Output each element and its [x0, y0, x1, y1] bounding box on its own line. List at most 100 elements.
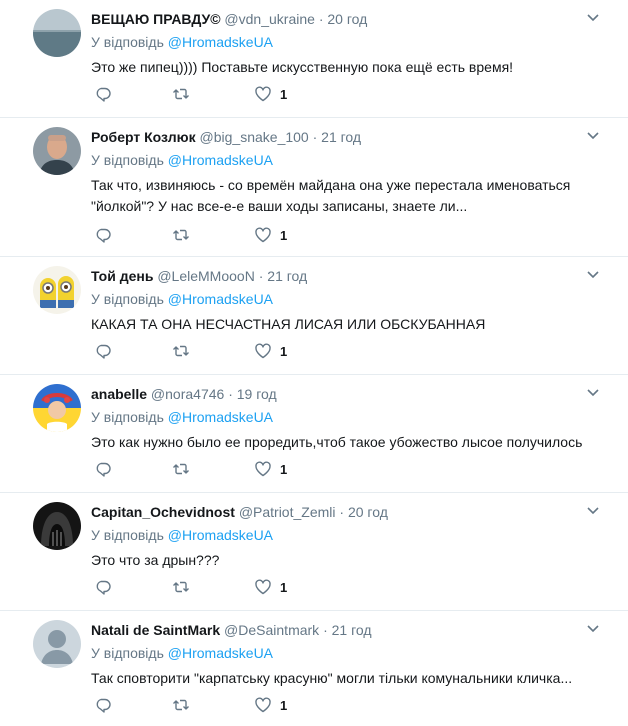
- reply-icon: [96, 698, 111, 713]
- heart-icon: [255, 343, 271, 359]
- reply-mention-link[interactable]: @HromadskeUA: [168, 409, 273, 425]
- tweet-actions: 1: [91, 459, 391, 479]
- reply-prefix: У відповідь: [91, 527, 164, 543]
- tweet-actions: 1: [91, 695, 391, 715]
- reply-icon: [96, 580, 111, 595]
- timestamp[interactable]: 21 год: [332, 622, 372, 638]
- author-name[interactable]: Capitan_Ochevidnost: [91, 504, 235, 520]
- reply-mention-link[interactable]: @HromadskeUA: [168, 527, 273, 543]
- author-handle[interactable]: @LeleMMoooN: [157, 268, 254, 284]
- chevron-down-icon[interactable]: [586, 10, 600, 24]
- like-count: 1: [280, 343, 288, 359]
- author-name[interactable]: Роберт Козлюк: [91, 129, 196, 145]
- retweet-icon: [173, 345, 189, 357]
- chevron-down-icon[interactable]: [586, 385, 600, 399]
- chevron-down-icon[interactable]: [586, 503, 600, 517]
- heart-icon: [255, 461, 271, 477]
- separator: ·: [339, 504, 345, 520]
- tweet-text: Так что, извиняюсь - со времён майдана о…: [91, 177, 571, 214]
- author-handle[interactable]: @Patriot_Zemli: [239, 504, 336, 520]
- like-button[interactable]: 1: [254, 695, 287, 715]
- retweet-icon: [173, 581, 189, 593]
- retweet-button[interactable]: [172, 84, 190, 104]
- reply-context: У відповідь @HromadskeUA: [91, 34, 273, 50]
- tweet-header: ВЕЩАЮ ПРАВДУ© @vdn_ukraine · 20 год: [91, 10, 367, 28]
- timestamp[interactable]: 19 год: [237, 386, 277, 402]
- reply-mention-link[interactable]: @HromadskeUA: [168, 34, 273, 50]
- tweet-actions: 1: [91, 225, 391, 245]
- retweet-button[interactable]: [172, 341, 190, 361]
- like-button[interactable]: 1: [254, 459, 287, 479]
- retweet-icon: [173, 463, 189, 475]
- author-handle[interactable]: @big_snake_100: [200, 129, 309, 145]
- retweet-button[interactable]: [172, 225, 190, 245]
- like-count: 1: [280, 579, 288, 595]
- avatar[interactable]: [33, 266, 81, 314]
- tweet: Capitan_Ochevidnost @Patriot_Zemli · 20 …: [0, 493, 628, 611]
- reply-button[interactable]: [94, 577, 112, 597]
- like-button[interactable]: 1: [254, 225, 287, 245]
- separator: ·: [312, 129, 318, 145]
- reply-icon: [96, 344, 111, 359]
- timestamp[interactable]: 21 год: [267, 268, 307, 284]
- tweet-text: Так сповторити "карпатську красуню" могл…: [91, 670, 573, 686]
- retweet-icon: [173, 229, 189, 241]
- author-name[interactable]: anabelle: [91, 386, 147, 402]
- retweet-icon: [173, 88, 189, 100]
- author-name[interactable]: Natali de SaintMark: [91, 622, 220, 638]
- avatar[interactable]: [33, 620, 81, 668]
- author-name[interactable]: ВЕЩАЮ ПРАВДУ©: [91, 11, 221, 27]
- reply-context: У відповідь @HromadskeUA: [91, 527, 273, 543]
- retweet-button[interactable]: [172, 577, 190, 597]
- reply-mention-link[interactable]: @HromadskeUA: [168, 645, 273, 661]
- reply-button[interactable]: [94, 341, 112, 361]
- reply-button[interactable]: [94, 695, 112, 715]
- reply-button[interactable]: [94, 459, 112, 479]
- tweet-header: anabelle @nora4746 · 19 год: [91, 385, 277, 403]
- reply-button[interactable]: [94, 225, 112, 245]
- reply-prefix: У відповідь: [91, 645, 164, 661]
- chevron-down-icon[interactable]: [586, 621, 600, 635]
- reply-thread: ВЕЩАЮ ПРАВДУ© @vdn_ukraine · 20 год У ві…: [0, 0, 628, 726]
- tweet-header: Той день @LeleMMoooN · 21 год: [91, 267, 307, 285]
- timestamp[interactable]: 20 год: [327, 11, 367, 27]
- avatar[interactable]: [33, 502, 81, 550]
- retweet-icon: [173, 699, 189, 711]
- avatar[interactable]: [33, 9, 81, 57]
- tweet: Роберт Козлюк @big_snake_100 · 21 год У …: [0, 118, 628, 257]
- author-name[interactable]: Той день: [91, 268, 153, 284]
- author-handle[interactable]: @nora4746: [151, 386, 224, 402]
- chevron-down-icon[interactable]: [586, 267, 600, 281]
- like-count: 1: [280, 461, 288, 477]
- like-count: 1: [280, 697, 288, 713]
- like-button[interactable]: 1: [254, 577, 287, 597]
- reply-icon: [96, 462, 111, 477]
- timestamp[interactable]: 21 год: [321, 129, 361, 145]
- timestamp[interactable]: 20 год: [348, 504, 388, 520]
- reply-mention-link[interactable]: @HromadskeUA: [168, 291, 273, 307]
- tweet-header: Роберт Козлюк @big_snake_100 · 21 год: [91, 128, 361, 146]
- retweet-button[interactable]: [172, 459, 190, 479]
- tweet: anabelle @nora4746 · 19 год У відповідь …: [0, 375, 628, 493]
- reply-button[interactable]: [94, 84, 112, 104]
- avatar[interactable]: [33, 127, 81, 175]
- tweet-actions: 1: [91, 577, 391, 597]
- author-handle[interactable]: @DeSaintmark: [224, 622, 319, 638]
- reply-prefix: У відповідь: [91, 291, 164, 307]
- retweet-button[interactable]: [172, 695, 190, 715]
- reply-prefix: У відповідь: [91, 152, 164, 168]
- author-handle[interactable]: @vdn_ukraine: [224, 11, 315, 27]
- like-button[interactable]: 1: [254, 84, 287, 104]
- reply-icon: [96, 87, 111, 102]
- reply-mention-link[interactable]: @HromadskeUA: [168, 152, 273, 168]
- reply-icon: [96, 228, 111, 243]
- chevron-down-icon[interactable]: [586, 128, 600, 142]
- reply-context: У відповідь @HromadskeUA: [91, 152, 273, 168]
- tweet: Той день @LeleMMoooN · 21 год У відповід…: [0, 257, 628, 375]
- avatar[interactable]: [33, 384, 81, 432]
- tweet-actions: 1: [91, 84, 391, 104]
- tweet-header: Natali de SaintMark @DeSaintmark · 21 го…: [91, 621, 372, 639]
- like-button[interactable]: 1: [254, 341, 287, 361]
- separator: ·: [258, 268, 264, 284]
- heart-icon: [255, 227, 271, 243]
